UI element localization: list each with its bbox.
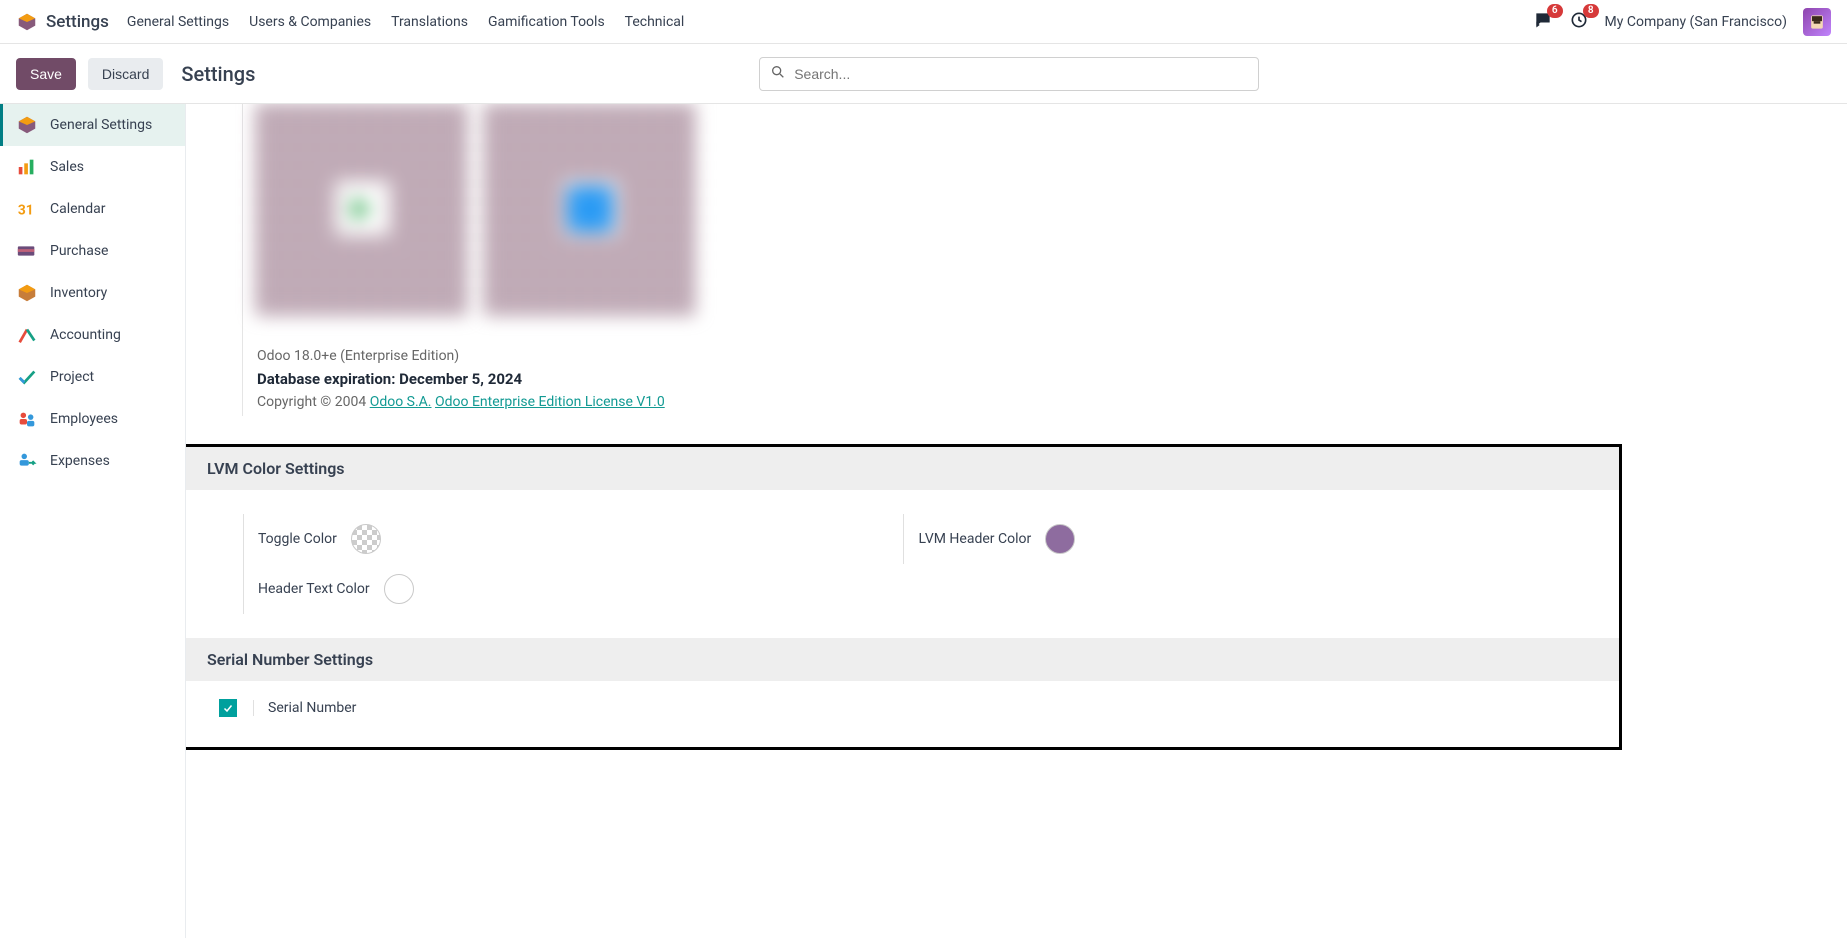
highlighted-settings-box: LVM Color Settings Toggle Color Header T… — [186, 444, 1622, 750]
lvm-color-settings-heading: LVM Color Settings — [186, 447, 1619, 490]
copyright-prefix: Copyright © 2004 — [257, 394, 370, 410]
app-title: Settings — [46, 12, 109, 32]
copyright-line: Copyright © 2004 Odoo S.A. Odoo Enterpri… — [257, 394, 1616, 410]
app-brand[interactable]: Settings — [16, 11, 109, 33]
lvm-col-left: Toggle Color Header Text Color — [243, 514, 903, 614]
search-box[interactable] — [759, 57, 1259, 91]
svg-text:31: 31 — [18, 203, 34, 219]
serial-number-settings-body: Serial Number — [186, 681, 1619, 747]
sidebar-item-label: Employees — [50, 411, 118, 427]
sidebar-item-label: Purchase — [50, 243, 108, 259]
sidebar-item-project[interactable]: Project — [0, 356, 185, 398]
sidebar-item-general-settings[interactable]: General Settings — [0, 104, 185, 146]
search-wrap — [759, 57, 1259, 91]
box-icon — [16, 282, 38, 304]
search-icon — [770, 64, 786, 84]
header-text-color-swatch[interactable] — [384, 574, 414, 604]
activities-button[interactable]: 8 — [1569, 10, 1589, 34]
chart-icon — [16, 324, 38, 346]
sidebar-item-label: Inventory — [50, 285, 107, 301]
sidebar-item-label: General Settings — [50, 117, 152, 133]
sidebar-item-purchase[interactable]: Purchase — [0, 230, 185, 272]
save-button[interactable]: Save — [16, 58, 76, 90]
activities-badge: 8 — [1583, 4, 1599, 18]
nav-links: General Settings Users & Companies Trans… — [127, 14, 684, 30]
messages-badge: 6 — [1547, 4, 1563, 18]
control-panel: Save Discard Settings — [0, 44, 1847, 104]
sidebar-item-label: Project — [50, 369, 94, 385]
header-text-color-field: Header Text Color — [243, 564, 903, 614]
top-nav-left: Settings General Settings Users & Compan… — [16, 11, 684, 33]
messages-button[interactable]: 6 — [1533, 10, 1553, 34]
odoo-sa-link[interactable]: Odoo S.A. — [370, 394, 432, 410]
breadcrumb-title: Settings — [181, 62, 255, 86]
main: General Settings Sales 31 Calendar Purch… — [0, 104, 1847, 938]
toggle-color-swatch[interactable] — [351, 524, 381, 554]
license-link[interactable]: Odoo Enterprise Edition License V1.0 — [435, 394, 665, 410]
serial-number-label-wrap: Serial Number — [253, 700, 356, 716]
discard-button[interactable]: Discard — [88, 58, 163, 90]
top-nav: Settings General Settings Users & Compan… — [0, 0, 1847, 44]
top-nav-right: 6 8 My Company (San Francisco) — [1533, 8, 1831, 36]
version-block: Odoo 18.0+e (Enterprise Edition) Databas… — [242, 334, 1616, 416]
qr-code-row — [242, 104, 1616, 334]
qr-google-play[interactable] — [257, 104, 467, 314]
lvm-header-color-swatch[interactable] — [1045, 524, 1075, 554]
sidebar-item-label: Accounting — [50, 327, 121, 343]
serial-number-settings-heading: Serial Number Settings — [186, 638, 1619, 681]
serial-number-checkbox[interactable] — [219, 699, 237, 717]
db-expiration: Database expiration: December 5, 2024 — [257, 370, 1616, 388]
sidebar-item-label: Expenses — [50, 453, 110, 469]
odoo-icon — [16, 114, 38, 136]
odoo-version: Odoo 18.0+e (Enterprise Edition) — [257, 348, 1616, 364]
content-inner: Odoo 18.0+e (Enterprise Edition) Databas… — [256, 104, 1616, 750]
app-store-icon — [563, 182, 617, 236]
nav-general-settings[interactable]: General Settings — [127, 14, 229, 30]
sidebar-item-label: Calendar — [50, 201, 106, 217]
card-icon — [16, 240, 38, 262]
search-input[interactable] — [794, 66, 1248, 82]
play-store-icon — [335, 182, 389, 236]
lvm-color-settings-body: Toggle Color Header Text Color LVM Heade… — [186, 490, 1619, 638]
settings-content[interactable]: Odoo 18.0+e (Enterprise Edition) Databas… — [186, 104, 1847, 938]
expense-icon — [16, 450, 38, 472]
sidebar-item-accounting[interactable]: Accounting — [0, 314, 185, 356]
header-text-color-label: Header Text Color — [258, 581, 370, 597]
lvm-header-color-label: LVM Header Color — [918, 531, 1031, 547]
company-switcher[interactable]: My Company (San Francisco) — [1605, 14, 1787, 30]
sidebar-item-label: Sales — [50, 159, 84, 175]
nav-technical[interactable]: Technical — [625, 14, 685, 30]
sidebar-item-expenses[interactable]: Expenses — [0, 440, 185, 482]
calendar-icon: 31 — [16, 198, 38, 220]
nav-users-companies[interactable]: Users & Companies — [249, 14, 371, 30]
sidebar-item-sales[interactable]: Sales — [0, 146, 185, 188]
user-avatar[interactable] — [1803, 8, 1831, 36]
nav-translations[interactable]: Translations — [391, 14, 468, 30]
check-icon — [16, 366, 38, 388]
bars-icon — [16, 156, 38, 178]
people-icon — [16, 408, 38, 430]
odoo-logo-icon — [16, 11, 38, 33]
sidebar-item-employees[interactable]: Employees — [0, 398, 185, 440]
toggle-color-field: Toggle Color — [243, 514, 903, 564]
lvm-col-right: LVM Header Color — [903, 514, 1563, 614]
toggle-color-label: Toggle Color — [258, 531, 337, 547]
qr-app-store[interactable] — [485, 104, 695, 314]
serial-number-label: Serial Number — [268, 700, 356, 716]
sidebar-item-calendar[interactable]: 31 Calendar — [0, 188, 185, 230]
settings-sidebar: General Settings Sales 31 Calendar Purch… — [0, 104, 186, 938]
nav-gamification-tools[interactable]: Gamification Tools — [488, 14, 605, 30]
sidebar-item-inventory[interactable]: Inventory — [0, 272, 185, 314]
lvm-header-color-field: LVM Header Color — [903, 514, 1563, 564]
